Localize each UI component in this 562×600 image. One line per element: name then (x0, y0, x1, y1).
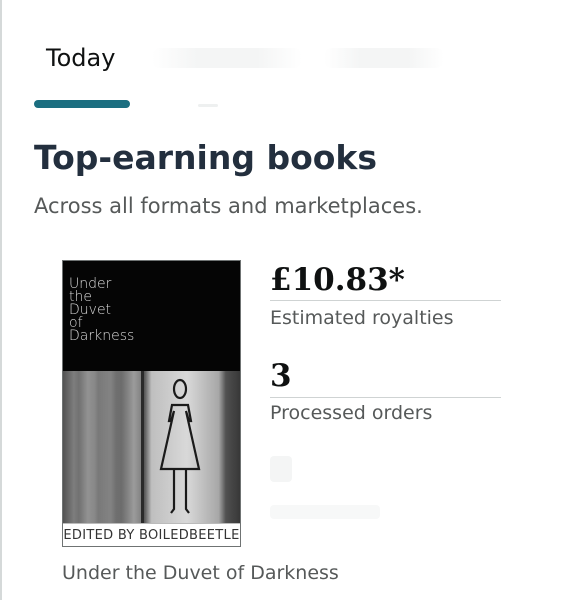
panel-left-border (0, 0, 2, 600)
orders-value: 3 (270, 358, 292, 394)
tab-faded-1[interactable] (152, 48, 302, 68)
cover-title: Under the Duvet of Darkness (69, 276, 135, 344)
cover-editor-band: EDITED BY BOILEDBEETLE (63, 523, 240, 546)
royalties-value: £10.83* (270, 262, 405, 298)
tab-faded-2[interactable] (324, 48, 444, 68)
book-cover[interactable]: Under the Duvet of Darkness EDITED BY BO… (62, 260, 241, 547)
cover-photo (63, 371, 240, 523)
active-tab-indicator (34, 100, 130, 108)
tab-today[interactable]: Today (46, 44, 115, 72)
section-title: Top-earning books (34, 138, 378, 177)
woman-sign-icon (159, 378, 201, 514)
faded-metric-label (270, 505, 380, 519)
royalties-divider (270, 300, 501, 301)
orders-divider (270, 397, 501, 398)
tab-indicator-faded (198, 104, 218, 107)
royalties-label: Estimated royalties (270, 307, 454, 329)
orders-label: Processed orders (270, 402, 433, 424)
book-title[interactable]: Under the Duvet of Darkness (62, 562, 339, 584)
faded-metric-value (270, 456, 292, 482)
door-edge (140, 371, 144, 523)
section-subtitle: Across all formats and marketplaces. (34, 194, 423, 218)
cover-title-panel: Under the Duvet of Darkness (63, 261, 240, 371)
